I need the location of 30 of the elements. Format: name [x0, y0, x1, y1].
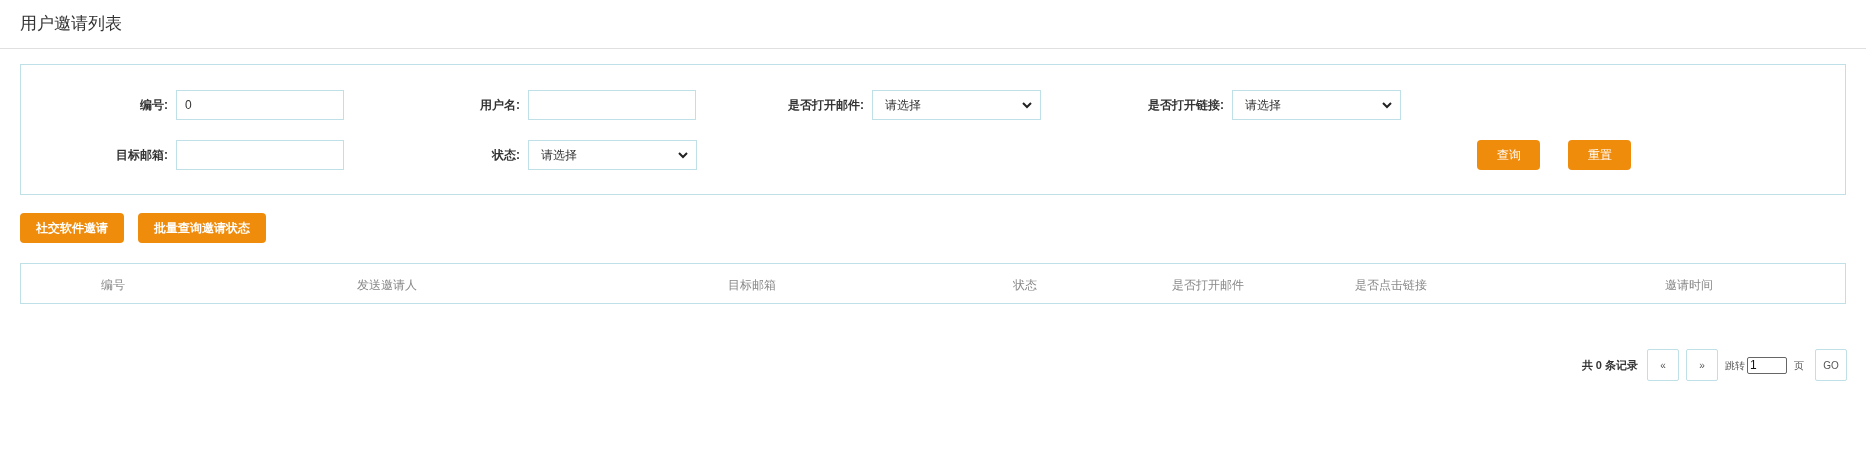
- page-input[interactable]: 1: [1747, 356, 1787, 374]
- column-header: 是否打开邮件: [1172, 277, 1244, 292]
- field-label: 目标邮箱:: [116, 148, 168, 162]
- input-field[interactable]: [176, 140, 344, 170]
- page-title: 用户邀请列表: [20, 13, 122, 36]
- chevron-down-icon: [1022, 101, 1032, 109]
- jump-label: 跳转: [1725, 358, 1745, 373]
- column-header: 目标邮箱: [728, 277, 776, 292]
- go-button[interactable]: GO: [1815, 349, 1847, 381]
- column-header: 编号: [101, 277, 125, 292]
- input-field[interactable]: [528, 90, 696, 120]
- chevron-down-icon: [678, 151, 688, 159]
- field-label: 状态:: [492, 148, 520, 162]
- input-field[interactable]: 0: [176, 90, 344, 120]
- field-label: 用户名:: [480, 98, 520, 112]
- previous-page-button[interactable]: «: [1647, 349, 1679, 381]
- field-label: 编号:: [140, 98, 168, 112]
- select-field[interactable]: 请选择: [528, 140, 697, 170]
- field-label: 是否打开邮件:: [788, 98, 864, 112]
- field-label: 是否打开链接:: [1148, 98, 1224, 112]
- select-field[interactable]: 请选择: [1232, 90, 1401, 120]
- column-header: 邀请时间: [1665, 277, 1713, 292]
- column-header: 状态: [1013, 277, 1037, 292]
- next-page-button[interactable]: »: [1686, 349, 1718, 381]
- page-suffix: 页: [1794, 358, 1804, 373]
- column-header: 是否点击链接: [1355, 277, 1427, 292]
- record-count: 共 0 条记录: [1581, 357, 1638, 373]
- column-header: 发送邀请人: [357, 277, 417, 292]
- select-field[interactable]: 请选择: [872, 90, 1041, 120]
- chevron-down-icon: [1382, 101, 1392, 109]
